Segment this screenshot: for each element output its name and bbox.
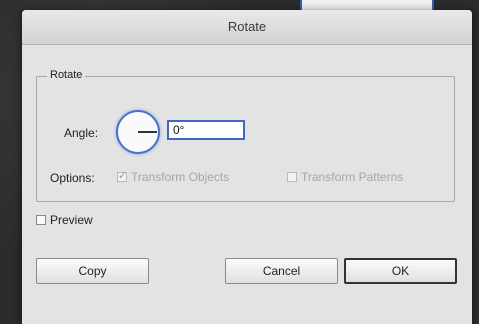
angle-input[interactable]	[167, 120, 245, 140]
dial-indicator	[138, 131, 157, 133]
transform-objects-option[interactable]: Transform Objects	[117, 169, 230, 184]
preview-checkbox[interactable]	[36, 215, 46, 225]
transform-patterns-option[interactable]: Transform Patterns	[287, 170, 403, 184]
preview-label: Preview	[50, 213, 93, 227]
options-label: Options:	[50, 171, 95, 185]
transform-patterns-label: Transform Patterns	[301, 170, 404, 184]
copy-button[interactable]: Copy	[36, 258, 149, 284]
preview-option[interactable]: Preview	[36, 213, 93, 227]
dialog-title: Rotate	[22, 10, 472, 45]
angle-dial-icon[interactable]	[116, 110, 160, 154]
transform-patterns-checkbox[interactable]	[287, 172, 297, 182]
rotate-dialog: Rotate Rotate Angle: Options: Transform …	[22, 10, 472, 324]
transform-objects-checkbox[interactable]	[117, 169, 127, 182]
cancel-button[interactable]: Cancel	[225, 258, 338, 284]
angle-label: Angle:	[64, 126, 99, 140]
transform-objects-label: Transform Objects	[131, 170, 230, 184]
group-label: Rotate	[47, 69, 86, 81]
ok-button[interactable]: OK	[344, 258, 457, 284]
